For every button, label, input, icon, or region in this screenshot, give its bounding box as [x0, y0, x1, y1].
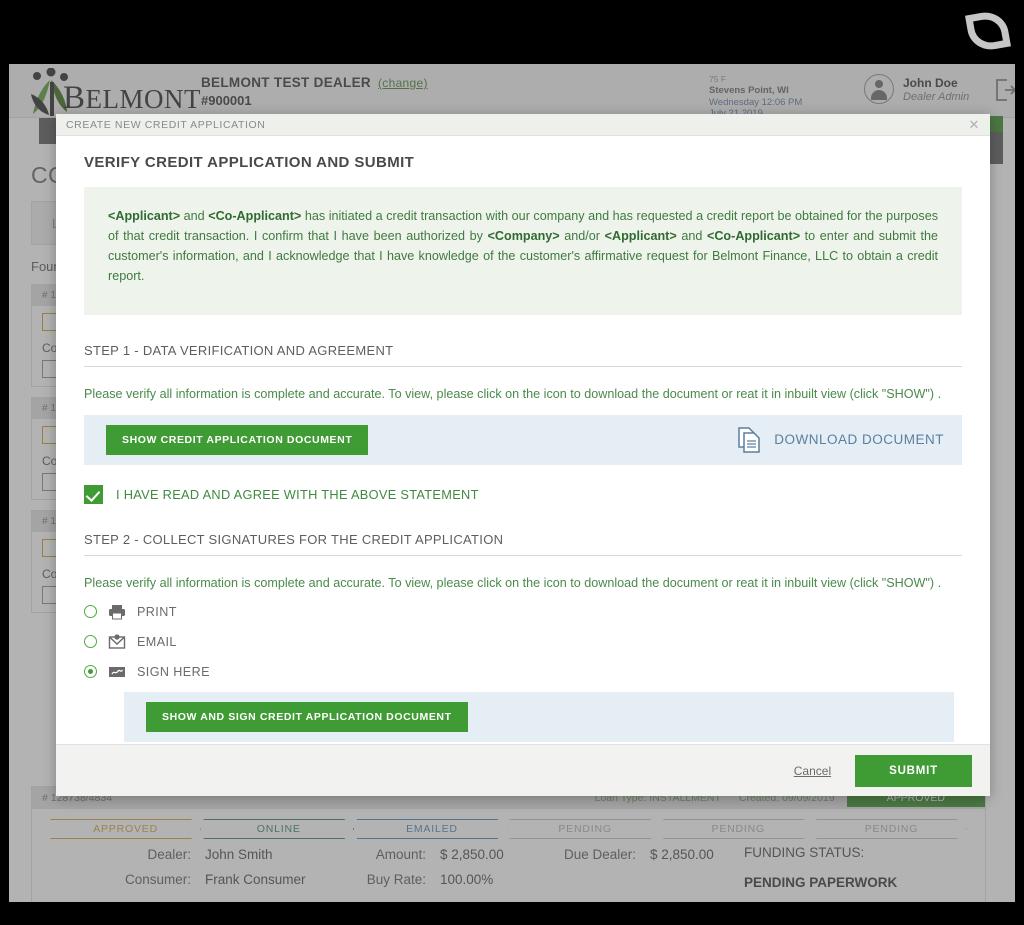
- modal-titlebar: CREATE NEW CREDIT APPLICATION ✕: [56, 114, 990, 136]
- loan-progress-steps: APPROVED ONLINE EMAILED PENDING PENDING …: [32, 809, 985, 841]
- funding-status-label: FUNDING STATUS:: [744, 845, 865, 860]
- download-document-label: DOWNLOAD DOCUMENT: [774, 432, 944, 448]
- agreement-text-3: and/or: [559, 228, 605, 243]
- amount-label: Amount:: [375, 847, 426, 862]
- option-email[interactable]: EMAIL: [84, 633, 962, 650]
- amount-value: $ 2,850.00: [440, 847, 504, 862]
- dealer-name-row: BELMONT TEST DEALER (change): [201, 75, 428, 90]
- download-document-icon: [738, 426, 760, 453]
- option-print[interactable]: PRINT: [84, 604, 962, 620]
- modal-titlebar-label: CREATE NEW CREDIT APPLICATION: [66, 118, 266, 131]
- weather-city: Stevens Point, WI: [709, 84, 789, 96]
- funding-status-value: PENDING PAPERWORK: [744, 875, 898, 890]
- agreement-text-4: and: [676, 228, 707, 243]
- belmont-logo: BELMONT: [17, 66, 200, 118]
- modal-footer: Cancel SUBMIT: [56, 744, 990, 796]
- agreement-company: <Company>: [487, 228, 560, 243]
- step1-document-panel: SHOW CREDIT APPLICATION DOCUMENT DOWNLOA…: [84, 414, 962, 465]
- browser-top-bar: [0, 0, 1024, 64]
- option-sign-here-label: SIGN HERE: [137, 664, 210, 679]
- step-emailed: EMAILED: [356, 819, 507, 839]
- submit-button[interactable]: SUBMIT: [855, 754, 972, 787]
- email-icon: [108, 633, 126, 649]
- modal-body: VERIFY CREDIT APPLICATION AND SUBMIT <Ap…: [56, 136, 990, 744]
- leaf-logo-icon: [965, 8, 1011, 54]
- weather-temp: 75 F: [709, 74, 727, 84]
- cancel-button[interactable]: Cancel: [794, 764, 831, 778]
- consumer-value: Frank Consumer: [205, 872, 306, 887]
- printer-icon: [109, 604, 125, 620]
- dealer-block: BELMONT TEST DEALER (change) #900001: [201, 75, 428, 108]
- option-email-label: EMAIL: [137, 634, 177, 649]
- due-dealer-label: Due Dealer:: [563, 847, 636, 862]
- download-document-button[interactable]: DOWNLOAD DOCUMENT: [736, 426, 944, 454]
- radio-print[interactable]: [84, 605, 97, 619]
- consumer-label: Consumer:: [124, 872, 191, 887]
- agree-checkbox-row[interactable]: I HAVE READ AND AGREE WITH THE ABOVE STA…: [84, 484, 962, 504]
- step-pending-1: PENDING: [510, 819, 661, 839]
- user-name: John Doe: [903, 75, 958, 90]
- details-icon[interactable]: [42, 586, 57, 604]
- show-credit-application-document-button[interactable]: SHOW CREDIT APPLICATION DOCUMENT: [106, 424, 369, 455]
- step-approved: APPROVED: [50, 819, 201, 839]
- dealer-number: #900001: [201, 93, 252, 108]
- details-icon[interactable]: [42, 360, 57, 378]
- agreement-coapplicant-1: <Co-Applicant>: [208, 209, 302, 223]
- close-icon[interactable]: ✕: [969, 118, 981, 131]
- user-block[interactable]: John Doe Dealer Admin: [864, 74, 969, 104]
- agreement-applicant-2: <Applicant>: [604, 228, 677, 243]
- option-print-label: PRINT: [137, 604, 177, 619]
- step2-heading: STEP 2 - COLLECT SIGNATURES FOR THE CRED…: [84, 532, 962, 556]
- modal-heading: VERIFY CREDIT APPLICATION AND SUBMIT: [84, 154, 415, 171]
- buy-rate-label: Buy Rate:: [366, 872, 426, 887]
- radio-sign-here[interactable]: [84, 665, 97, 679]
- option-sign-here[interactable]: SIGN HERE: [84, 664, 962, 680]
- step-pending-3: PENDING: [816, 819, 967, 839]
- dealer-change-link[interactable]: (change): [378, 76, 428, 90]
- signature-pad-icon: [109, 666, 125, 677]
- buy-rate-value: 100.00%: [440, 872, 494, 887]
- loan-card: # 128738/4834 Loan Type: INSTALLMENT Cre…: [31, 786, 986, 902]
- dealer-name: BELMONT TEST DEALER: [201, 75, 371, 90]
- step1-note: Please verify all information is complet…: [84, 386, 942, 401]
- agreement-text-1: and: [180, 209, 209, 223]
- screen-root: BELMONT BELMONT TEST DEALER (change) #90…: [0, 0, 1024, 925]
- app-header: BELMONT BELMONT TEST DEALER (change) #90…: [9, 64, 1015, 119]
- dealer-label: Dealer:: [147, 847, 191, 862]
- step2-note: Please verify all information is complet…: [84, 575, 942, 590]
- step2-sign-panel: SHOW AND SIGN CREDIT APPLICATION DOCUMEN…: [124, 691, 954, 742]
- belmont-wordmark: BELMONT: [63, 80, 201, 116]
- avatar: [864, 74, 894, 104]
- step-pending-2: PENDING: [663, 819, 814, 839]
- show-and-sign-credit-application-document-button[interactable]: SHOW AND SIGN CREDIT APPLICATION DOCUMEN…: [146, 701, 468, 732]
- dealer-value: John Smith: [205, 847, 273, 862]
- step-online: ONLINE: [203, 819, 354, 839]
- agree-checkbox[interactable]: [84, 484, 103, 504]
- agreement-statement: <Applicant> and <Co-Applicant> has initi…: [84, 187, 962, 315]
- radio-email[interactable]: [84, 635, 97, 649]
- user-role: Dealer Admin: [903, 90, 970, 103]
- details-icon[interactable]: [42, 473, 57, 491]
- step1-heading: STEP 1 - DATA VERIFICATION AND AGREEMENT: [84, 343, 962, 367]
- due-dealer-value: $ 2,850.00: [650, 847, 714, 862]
- agreement-applicant-1: <Applicant>: [108, 209, 181, 223]
- loan-actions-toolbar: DETAILS VIEW FILES GENERATE PAPERWORK: [32, 901, 985, 902]
- loan-info: Dealer: Consumer: John Smith Frank Consu…: [32, 841, 985, 901]
- weather-daytime: Wednesday 12:06 PM: [709, 96, 803, 108]
- agreement-coapplicant-2: <Co-Applicant>: [706, 228, 801, 243]
- create-credit-application-modal: CREATE NEW CREDIT APPLICATION ✕ VERIFY C…: [56, 114, 990, 796]
- agree-checkbox-label: I HAVE READ AND AGREE WITH THE ABOVE STA…: [116, 486, 479, 502]
- logout-icon[interactable]: [994, 78, 1015, 102]
